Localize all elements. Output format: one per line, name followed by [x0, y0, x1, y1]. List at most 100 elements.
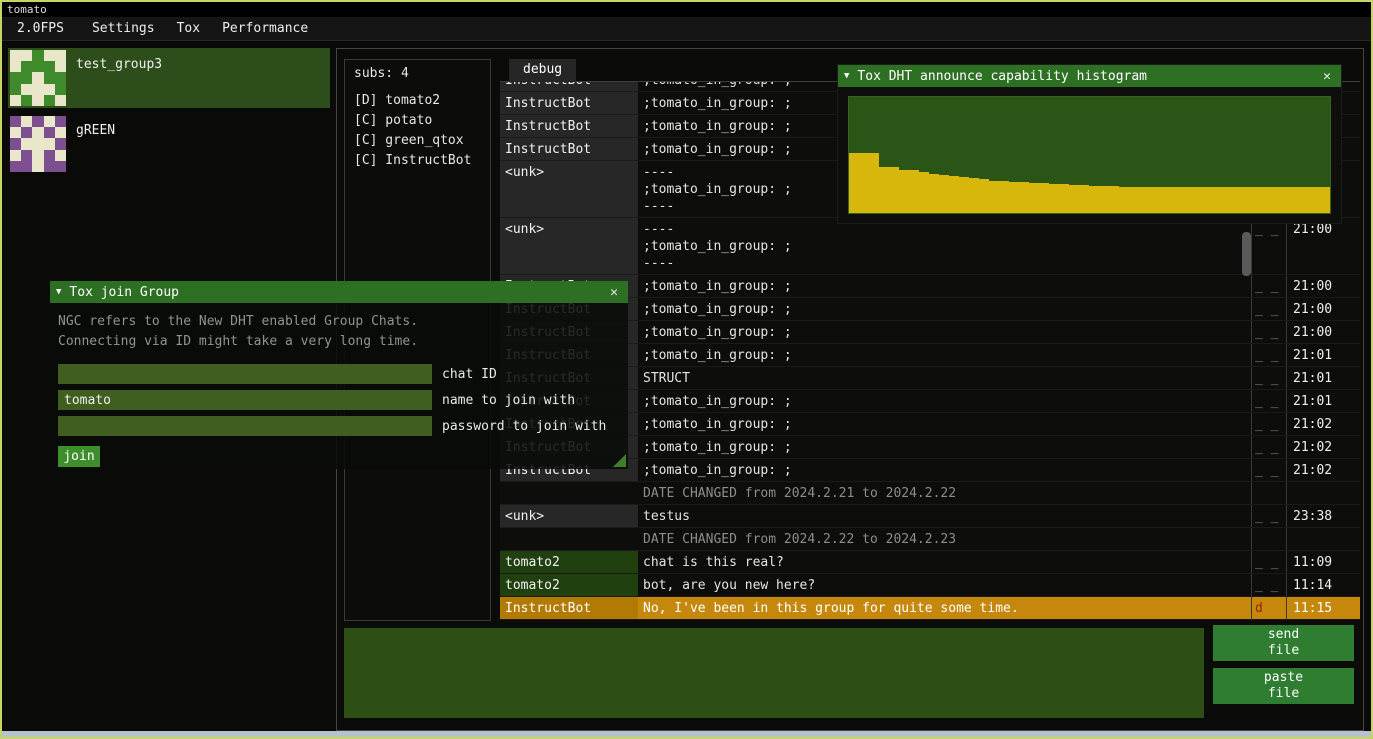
histogram-bar: [1170, 187, 1180, 213]
message-row[interactable]: tomato2bot, are you new here?_ _11:14: [500, 574, 1360, 597]
join-field-row: name to join with: [58, 387, 620, 413]
message-sender: tomato2: [500, 551, 638, 573]
collapse-icon[interactable]: ▼: [844, 71, 849, 81]
message-row[interactable]: DATE CHANGED from 2024.2.21 to 2024.2.22: [500, 482, 1360, 505]
message-row[interactable]: InstructBot;tomato_in_group: ;_ _21:02: [500, 413, 1360, 436]
message-row[interactable]: DATE CHANGED from 2024.2.22 to 2024.2.23: [500, 528, 1360, 551]
group-list: test_group3 gREEN: [8, 48, 332, 174]
join-window-titlebar[interactable]: ▼ Tox join Group ✕: [50, 281, 628, 303]
histogram-bar: [1119, 187, 1129, 213]
tab-debug[interactable]: debug: [509, 59, 576, 82]
window-titlebar[interactable]: tomato: [2, 2, 1371, 17]
message-time: 21:02: [1287, 459, 1343, 481]
message-text: ;tomato_in_group: ;: [638, 275, 1241, 297]
group-list-item[interactable]: test_group3: [8, 48, 330, 108]
message-row[interactable]: InstructBot;tomato_in_group: ;_ _21:00: [500, 275, 1360, 298]
join-window-body: NGC refers to the New DHT enabled Group …: [50, 303, 628, 469]
histogram-window-titlebar[interactable]: ▼ Tox DHT announce capability histogram …: [838, 65, 1341, 87]
member-item[interactable]: [C] green_qtox: [354, 131, 481, 151]
histogram-bar: [1149, 187, 1159, 213]
histogram-bar: [909, 170, 919, 213]
histogram-bar: [969, 178, 979, 213]
message-row[interactable]: InstructBot;tomato_in_group: ;_ _21:00: [500, 298, 1360, 321]
message-time: [1287, 482, 1343, 504]
join-group-window: ▼ Tox join Group ✕ NGC refers to the New…: [50, 281, 628, 469]
histogram-bar: [1270, 187, 1280, 213]
message-row[interactable]: InstructBotSTRUCT_ _21:01: [500, 367, 1360, 390]
message-flags: _ _: [1251, 459, 1287, 481]
group-name: gREEN: [76, 123, 115, 138]
message-time: 21:02: [1287, 413, 1343, 435]
message-flags: _ _: [1251, 344, 1287, 366]
message-row[interactable]: InstructBotNo, I've been in this group f…: [500, 597, 1360, 620]
message-row[interactable]: <unk>testus_ _23:38: [500, 505, 1360, 528]
scrollbar-gutter: [1241, 367, 1251, 389]
message-text: chat is this real?: [638, 551, 1241, 573]
histogram-bar: [1069, 185, 1079, 213]
menu-item-tox[interactable]: Tox: [166, 19, 211, 38]
message-time: 11:15: [1287, 597, 1343, 619]
subs-header: subs: 4: [354, 66, 481, 81]
message-row[interactable]: tomato2chat is this real?_ _11:09: [500, 551, 1360, 574]
chat-message-input[interactable]: [344, 628, 1204, 718]
message-text: ;tomato_in_group: ;: [638, 321, 1241, 343]
histogram-bar: [1019, 182, 1029, 213]
chat-id-input[interactable]: [58, 364, 432, 384]
app-window: tomato 2.0FPS SettingsToxPerformance test…: [0, 0, 1373, 739]
resize-grip[interactable]: [613, 454, 626, 467]
message-flags: _ _: [1251, 436, 1287, 458]
message-flags: _ _: [1251, 505, 1287, 527]
close-icon[interactable]: ✕: [1319, 69, 1335, 84]
join-field-label: chat ID: [442, 367, 497, 382]
histogram-window-title: Tox DHT announce capability histogram: [857, 69, 1147, 84]
histogram-bar: [1320, 187, 1330, 213]
histogram-bar: [1029, 183, 1039, 213]
scrollbar-gutter: [1241, 551, 1251, 573]
histogram-bar: [929, 174, 939, 213]
join-fields: chat IDname to join withpassword to join…: [58, 361, 620, 439]
histogram-bar: [879, 167, 889, 213]
join-name-input[interactable]: [58, 390, 432, 410]
message-sender: [500, 482, 638, 504]
close-icon[interactable]: ✕: [606, 285, 622, 300]
scrollbar-gutter: [1241, 413, 1251, 435]
dht-histogram-window: ▼ Tox DHT announce capability histogram …: [837, 64, 1342, 224]
message-sender: InstructBot: [500, 138, 638, 160]
join-button[interactable]: join: [58, 446, 100, 467]
member-item[interactable]: [C] InstructBot: [354, 151, 481, 171]
menu-item-settings[interactable]: Settings: [81, 19, 166, 38]
histogram-bar: [1079, 185, 1089, 213]
join-password-input[interactable]: [58, 416, 432, 436]
fps-counter: 2.0FPS: [6, 19, 75, 38]
message-row[interactable]: InstructBot;tomato_in_group: ;_ _21:01: [500, 390, 1360, 413]
message-time: 21:01: [1287, 344, 1343, 366]
member-item[interactable]: [D] tomato2: [354, 91, 481, 111]
message-flags: [1251, 528, 1287, 550]
send-file-button[interactable]: send file: [1213, 625, 1354, 661]
message-row[interactable]: InstructBot;tomato_in_group: ;_ _21:02: [500, 436, 1360, 459]
scrollbar-thumb[interactable]: [1242, 232, 1251, 276]
paste-file-button[interactable]: paste file: [1213, 668, 1354, 704]
join-info-line: NGC refers to the New DHT enabled Group …: [58, 312, 620, 332]
message-row[interactable]: InstructBot;tomato_in_group: ;_ _21:00: [500, 321, 1360, 344]
message-text: No, I've been in this group for quite so…: [638, 597, 1241, 619]
scrollbar-gutter: [1241, 390, 1251, 412]
message-sender: <unk>: [500, 505, 638, 527]
collapse-icon[interactable]: ▼: [56, 287, 61, 297]
message-row[interactable]: InstructBot;tomato_in_group: ;_ _21:02: [500, 459, 1360, 482]
histogram-bar: [1139, 187, 1149, 213]
message-sender: <unk>: [500, 218, 638, 274]
message-row[interactable]: <unk>----;tomato_in_group: ;----_ _21:00: [500, 218, 1360, 275]
message-time: 21:00: [1287, 218, 1343, 274]
histogram-bar: [1089, 186, 1099, 213]
member-item[interactable]: [C] potato: [354, 111, 481, 131]
message-flags: _ _: [1251, 218, 1287, 274]
menu-bar: 2.0FPS SettingsToxPerformance: [2, 17, 1371, 41]
histogram-bar: [1059, 184, 1069, 213]
message-row[interactable]: InstructBot;tomato_in_group: ;_ _21:01: [500, 344, 1360, 367]
group-list-item[interactable]: gREEN: [8, 114, 330, 174]
message-sender: <unk>: [500, 161, 638, 217]
menu-item-performance[interactable]: Performance: [211, 19, 319, 38]
histogram-bar: [1310, 187, 1320, 213]
message-sender: InstructBot: [500, 82, 638, 91]
